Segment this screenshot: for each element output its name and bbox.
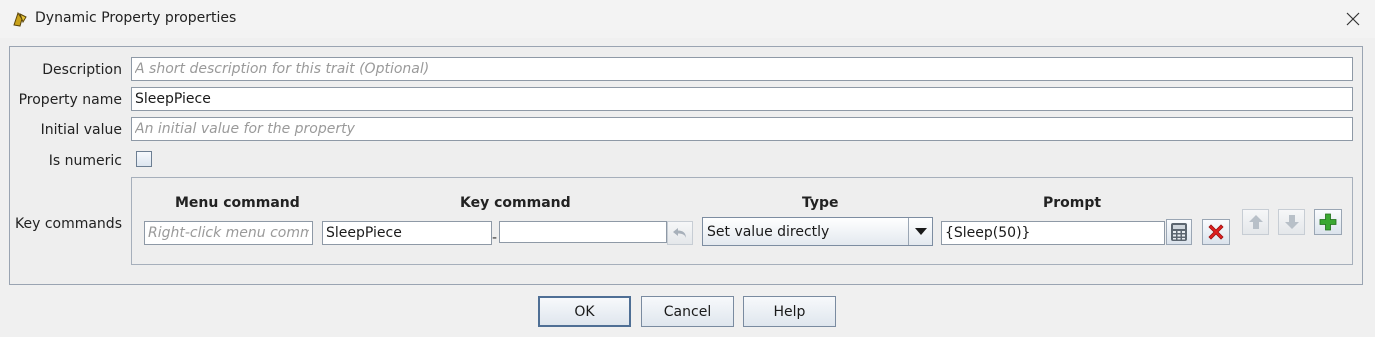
help-button[interactable]: Help [743, 296, 836, 327]
delete-button[interactable] [1202, 219, 1230, 245]
key-command-input[interactable] [322, 221, 492, 245]
is-numeric-checkbox[interactable] [136, 151, 152, 167]
close-icon [1346, 12, 1360, 26]
ok-button[interactable]: OK [538, 296, 631, 327]
undo-arrow-icon [673, 228, 686, 238]
key-separator: - [492, 230, 498, 246]
property-name-label: Property name [18, 92, 122, 108]
col-key-command: Key command [460, 195, 571, 211]
window-title: Dynamic Property properties [35, 10, 237, 26]
type-select-value: Set value directly [707, 224, 830, 240]
is-numeric-label: Is numeric [48, 153, 122, 169]
delete-x-icon [1208, 224, 1224, 240]
col-prompt: Prompt [1043, 195, 1102, 211]
menu-command-input[interactable] [144, 221, 313, 245]
chevron-down-icon [908, 218, 932, 245]
key-commands-label: Key commands [14, 216, 122, 232]
close-button[interactable] [1338, 6, 1368, 32]
property-name-input[interactable] [131, 87, 1353, 111]
key-command-input-2[interactable] [499, 221, 667, 243]
plus-icon [1319, 213, 1337, 231]
cancel-button[interactable]: Cancel [641, 296, 734, 327]
app-icon [11, 10, 29, 28]
initial-value-label: Initial value [40, 122, 122, 138]
arrow-up-icon [1248, 215, 1263, 229]
prompt-input[interactable] [941, 221, 1165, 245]
initial-value-input[interactable] [131, 117, 1353, 141]
move-down-button[interactable] [1278, 209, 1305, 235]
title-bar: Dynamic Property properties [0, 0, 1375, 38]
calculator-icon [1171, 223, 1187, 241]
col-type: Type [802, 195, 839, 211]
arrow-down-icon [1284, 215, 1299, 229]
expression-builder-button[interactable] [1166, 219, 1192, 245]
add-button[interactable] [1314, 209, 1342, 235]
description-input[interactable] [131, 57, 1353, 81]
type-select[interactable]: Set value directly [702, 217, 933, 246]
description-label: Description [42, 62, 122, 78]
move-up-button[interactable] [1242, 209, 1269, 235]
col-menu-command: Menu command [175, 195, 300, 211]
undo-button[interactable] [667, 221, 693, 245]
